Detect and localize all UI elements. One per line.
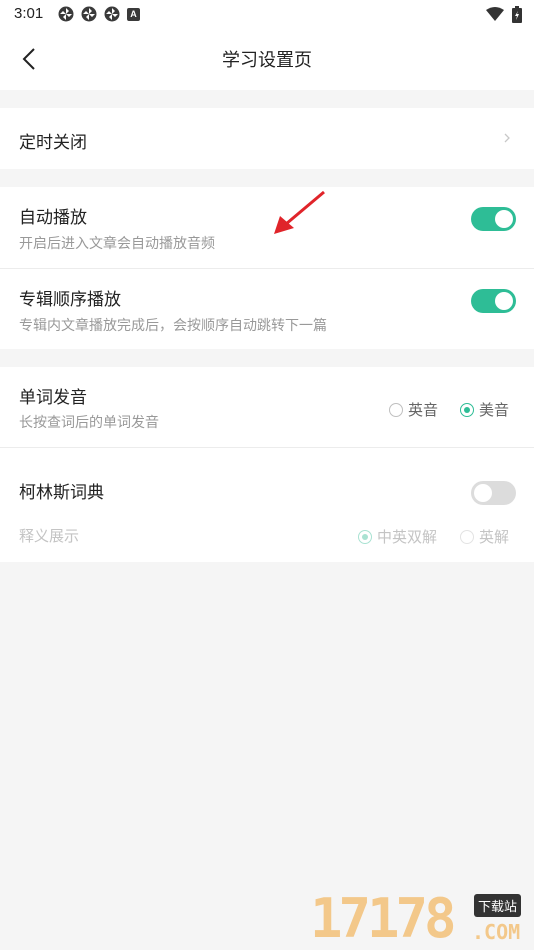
album-order-row: 专辑顺序播放 专辑内文章播放完成后，会按顺序自动跳转下一篇 (0, 269, 534, 349)
radio-label: 英解 (479, 528, 510, 546)
status-right-icons (486, 5, 522, 23)
radio-circle (389, 402, 403, 417)
nav-bar: 学习设置页 (0, 28, 534, 90)
radio-bilingual[interactable]: 中英双解 (358, 526, 437, 547)
a-icon-letter: A (130, 9, 137, 19)
radio-american[interactable]: 美音 (460, 399, 509, 420)
playback-section: 自动播放 开启后进入文章会自动播放音频 专辑顺序播放 专辑内文章播放完成后，会按… (0, 187, 534, 349)
radio-circle-checked (460, 402, 474, 417)
timer-row[interactable]: 定时关闭 (0, 108, 534, 169)
radio-label: 英音 (408, 401, 439, 419)
pinwheel-icon (81, 6, 97, 22)
a-icon: A (127, 7, 140, 21)
radio-british[interactable]: 英音 (389, 399, 438, 420)
collins-toggle[interactable] (471, 481, 516, 505)
watermark-number: 17178 (310, 887, 457, 950)
pronunciation-subtitle: 长按查词后的单词发音 (19, 415, 159, 431)
radio-circle (460, 529, 474, 544)
pronunciation-title: 单词发音 (19, 388, 87, 408)
page-title: 学习设置页 (222, 50, 312, 71)
autoplay-subtitle: 开启后进入文章会自动播放音频 (19, 236, 215, 252)
album-order-title: 专辑顺序播放 (19, 290, 121, 310)
pinwheel-icon (104, 6, 120, 22)
toggle-knob (495, 210, 513, 228)
annotation-arrow-icon (274, 190, 325, 234)
pinwheel-icon (58, 6, 74, 22)
timer-label: 定时关闭 (19, 133, 87, 153)
watermark-badge: 下载站 (474, 894, 522, 917)
toggle-knob (474, 484, 492, 502)
album-order-subtitle: 专辑内文章播放完成后，会按顺序自动跳转下一篇 (19, 318, 327, 334)
watermark-domain: .COM (472, 920, 521, 944)
pronunciation-row: 单词发音 长按查词后的单词发音 英音 美音 (0, 367, 534, 447)
radio-circle-checked (358, 529, 372, 544)
autoplay-toggle[interactable] (471, 207, 516, 231)
autoplay-title: 自动播放 (19, 208, 87, 228)
status-bar: 3:01 A (0, 0, 534, 28)
timer-section: 定时关闭 (0, 108, 534, 169)
autoplay-row: 自动播放 开启后进入文章会自动播放音频 (0, 187, 534, 268)
album-order-toggle[interactable] (471, 289, 516, 313)
collins-display-label: 释义展示 (19, 527, 80, 545)
radio-label: 中英双解 (377, 528, 438, 546)
chevron-right-icon (504, 133, 510, 143)
wifi-icon (486, 7, 504, 21)
watermark-logo: 17178 下载站 .COM (310, 888, 534, 950)
collins-row: 柯林斯词典 释义展示 中英双解 英解 (0, 448, 534, 562)
battery-icon (512, 5, 522, 23)
toggle-knob (495, 292, 513, 310)
radio-english[interactable]: 英解 (460, 526, 509, 547)
notification-icons: A (58, 6, 140, 22)
collins-title: 柯林斯词典 (19, 483, 104, 503)
radio-label: 美音 (479, 401, 510, 419)
status-time: 3:01 (14, 5, 44, 22)
dictionary-section: 单词发音 长按查词后的单词发音 英音 美音 柯林斯词典 释义展示 中英双解 英解 (0, 367, 534, 562)
